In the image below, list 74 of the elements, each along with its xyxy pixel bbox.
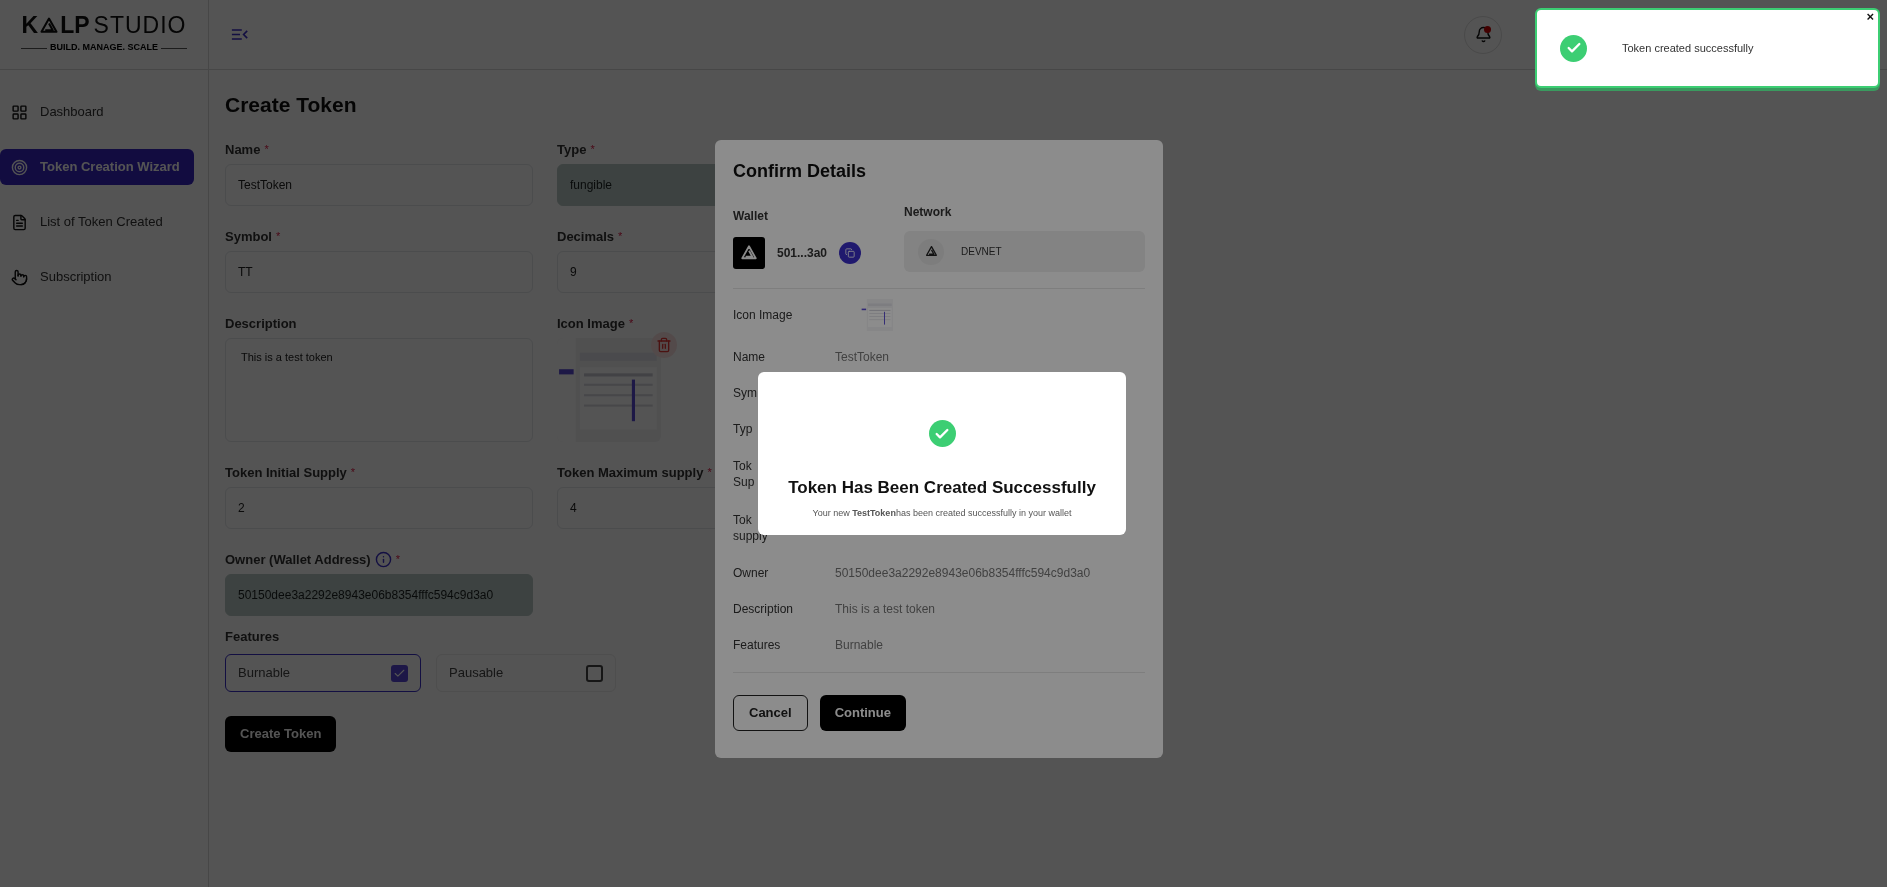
field-label: Symbol (225, 227, 272, 246)
detail-label: Description (733, 601, 794, 617)
logo-icon (740, 244, 758, 262)
cancel-button[interactable]: Cancel (733, 695, 808, 731)
detail-value: This is a test token (835, 601, 936, 618)
success-icon (928, 420, 956, 447)
copy-icon (845, 248, 856, 258)
detail-label: Tok (733, 458, 752, 474)
detail-label: Owner (733, 565, 769, 581)
field-label: Name (225, 140, 261, 159)
detail-value: Burnable (835, 637, 884, 654)
logo-text: LP (60, 14, 90, 38)
create-token-button[interactable]: Create Token (225, 716, 337, 752)
checkbox[interactable] (391, 664, 408, 682)
logo-text: K (21, 14, 39, 38)
logo-tagline: BUILD. MANAGE. SCALE (50, 41, 158, 55)
field-label: Token Initial Supply (225, 463, 347, 482)
logo-text: STUDIO (93, 14, 187, 38)
success-icon (1560, 34, 1587, 62)
required-mark: * (707, 464, 712, 480)
required-mark: * (628, 315, 634, 331)
detail-label: Features (733, 637, 781, 653)
sidebar-item[interactable]: List of Token Created (0, 204, 194, 240)
detail-label: Tok (733, 512, 752, 528)
field-label: Description (225, 314, 297, 333)
field-label: Decimals (557, 227, 615, 246)
menu-icon (11, 213, 28, 231)
detail-label: Typ (733, 421, 753, 437)
menu-icon (11, 103, 28, 121)
feature-option[interactable]: Burnable (225, 654, 421, 692)
input-field[interactable]: TT (225, 250, 533, 293)
delete-button[interactable] (651, 331, 677, 358)
bell-icon (1474, 26, 1492, 43)
required-mark: * (275, 228, 281, 244)
copy-button[interactable] (839, 242, 862, 264)
page-title: Create Token (225, 92, 358, 118)
required-mark: * (395, 551, 400, 567)
wallet-label: Wallet (733, 208, 769, 225)
dialog-title: Confirm Details (733, 160, 868, 183)
toast-message: Token created successfully (1622, 40, 1754, 56)
feature-option[interactable]: Pausable (436, 654, 616, 692)
logo-icon (924, 245, 938, 258)
description-field[interactable]: This is a test token (225, 337, 533, 442)
field-label: Token Maximum supply (557, 463, 704, 482)
sidebar-item[interactable]: Token Creation Wizard (0, 149, 194, 185)
detail-value: TestToken (835, 349, 890, 366)
continue-button[interactable]: Continue (819, 695, 906, 731)
sidebar-item[interactable]: Subscription (0, 259, 194, 295)
detail-label: Sym (733, 385, 757, 401)
section-label: Features (225, 627, 280, 646)
sidebar-item[interactable]: Dashboard (0, 94, 194, 130)
checkbox[interactable] (586, 664, 603, 682)
option-label: Pausable (449, 664, 504, 683)
detail-value: 50150dee3a2292e8943e06b8354fffc594c9d3a0 (835, 565, 1091, 582)
menu-icon (11, 158, 28, 176)
network-label: Network (904, 204, 953, 221)
required-mark: * (590, 141, 595, 157)
close-button[interactable]: × (1866, 10, 1874, 23)
field-label: Type (557, 140, 587, 159)
input-field[interactable]: TestToken (225, 163, 533, 206)
required-mark: * (350, 464, 356, 480)
option-label: Burnable (238, 664, 291, 683)
input-field[interactable]: 2 (225, 486, 533, 529)
menu-icon (11, 268, 28, 286)
required-mark: * (618, 228, 623, 244)
collapse-menu-icon[interactable] (231, 28, 249, 41)
logo-icon (39, 15, 60, 36)
detail-label: Name (733, 349, 765, 365)
field-label: Owner (Wallet Address) (225, 550, 371, 569)
network-name: DEVNET (961, 245, 1002, 259)
field-label: Icon Image (557, 314, 625, 333)
detail-label: Icon Image (733, 307, 794, 324)
required-mark: * (264, 141, 269, 157)
trash-icon (656, 336, 672, 353)
